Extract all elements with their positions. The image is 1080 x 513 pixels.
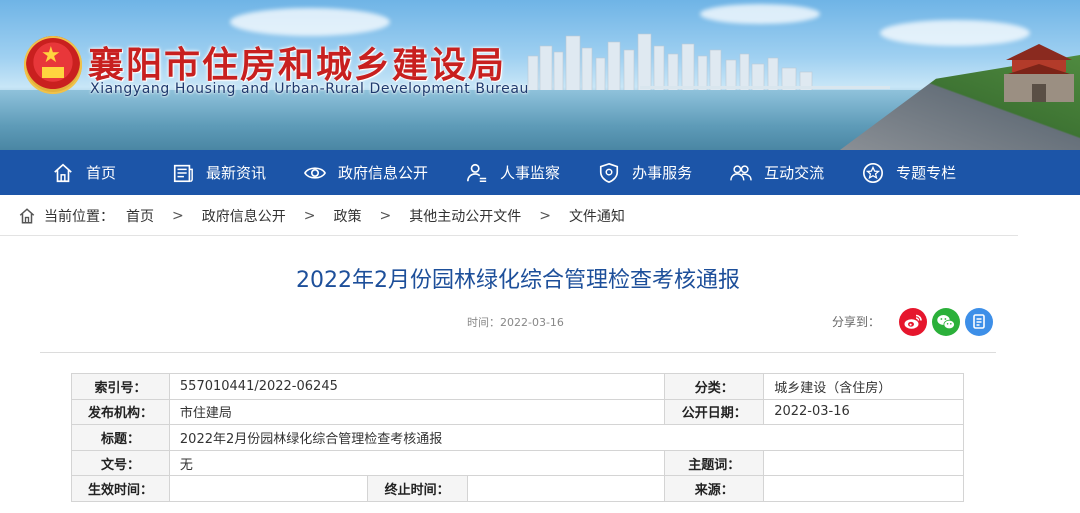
article-title: 2022年2月份园林绿化综合管理检查考核通报 [296,268,740,293]
nav-label: 人事监察 [500,164,561,182]
share-wechat-button[interactable] [932,308,960,336]
publisher-label: 发布机构： [71,398,170,426]
nav-label: 首页 [86,164,117,182]
main-nav: 首页 最新资讯 政府信息公开 人事监察 办事服务 互动交流 专题专栏 [0,150,1080,195]
table-row: 索引号： 557010441/2022-06245 分类： 城乡建设（含住房） [71,373,964,400]
nav-item-gov-info[interactable]: 政府信息公开 [304,150,428,195]
share-label: 分享到： [832,315,881,329]
nav-item-topics[interactable]: 专题专栏 [862,150,956,195]
category-label: 分类： [664,373,765,400]
docno-label: 文号： [71,449,170,477]
nav-item-personnel[interactable]: 人事监察 [466,150,560,195]
nav-label: 政府信息公开 [338,164,429,182]
breadcrumb-gov-info[interactable]: 政府信息公开 [202,206,286,226]
wechat-icon [932,308,960,336]
pubdate-label: 公开日期： [664,398,765,426]
effective-label: 生效时间： [71,475,170,502]
title-value: 2022年2月份园林绿化综合管理检查考核通报 [168,424,965,451]
publisher-value: 市住建局 [168,398,666,426]
gate-tower [1004,44,1074,102]
title-label: 标题： [71,424,170,451]
breadcrumb-separator: > [303,208,316,224]
breadcrumb-notices[interactable]: 文件通知 [569,206,625,226]
keywords-value [763,449,964,477]
breadcrumb-divider [0,235,1018,236]
end-value [466,475,666,502]
breadcrumb-label: 当前位置： [44,209,114,225]
people-icon [730,164,752,180]
source-value [763,475,964,502]
document-info-table: 索引号： 557010441/2022-06245 分类： 城乡建设（含住房） … [71,373,965,502]
table-row: 标题： 2022年2月份园林绿化综合管理检查考核通报 [71,424,965,451]
index-value: 557010441/2022-06245 [168,373,666,400]
shield-icon [599,162,619,183]
breadcrumb-separator: > [539,208,551,224]
publish-time: 时间：2022-03-16 [467,316,564,329]
source-label: 来源： [664,475,765,502]
docno-value: 无 [168,449,666,477]
nav-label: 办事服务 [632,164,693,182]
site-subtitle: Xiangyang Housing and Urban-Rural Develo… [90,81,529,97]
breadcrumb-other-files[interactable]: 其他主动公开文件 [409,206,521,226]
nav-label: 最新资讯 [206,164,267,182]
effective-value [168,475,368,502]
index-label: 索引号： [71,373,170,400]
home-icon [19,208,35,224]
nav-item-services[interactable]: 办事服务 [598,150,692,195]
share-weibo-button[interactable] [899,308,927,336]
article-divider [40,352,996,353]
share-doc-icon [965,308,993,336]
table-row: 发布机构： 市住建局 公开日期： 2022-03-16 [71,398,964,426]
breadcrumb-separator: > [379,208,392,224]
person-icon [467,163,487,182]
nav-item-interaction[interactable]: 互动交流 [730,150,824,195]
breadcrumb: 当前位置： 首页 > 政府信息公开 > 政策 > 其他主动公开文件 > 文件通知 [18,206,625,226]
breadcrumb-home[interactable]: 首页 [126,206,154,226]
news-icon [173,164,193,182]
breadcrumb-policy[interactable]: 政策 [333,206,361,226]
national-emblem-icon: ★ [24,36,82,94]
weibo-icon [899,308,927,336]
keywords-label: 主题词： [664,449,765,477]
end-label: 终止时间： [366,475,468,502]
breadcrumb-separator: > [172,208,184,224]
share-other-button[interactable] [965,308,993,336]
home-icon [54,163,72,182]
table-row: 文号： 无 主题词： [71,449,964,477]
cloud [700,4,820,24]
header-banner: ★ 襄阳市住房和城乡建设局 Xiangyang Housing and Urba… [0,0,1080,150]
star-icon [863,162,884,183]
nav-label: 互动交流 [764,164,825,182]
nav-item-news[interactable]: 最新资讯 [172,150,266,195]
table-row: 生效时间： 终止时间： 来源： [71,475,964,502]
category-value: 城乡建设（含住房） [763,373,964,400]
pubdate-value: 2022-03-16 [763,398,964,426]
nav-item-home[interactable]: 首页 [52,150,116,195]
eye-icon [304,166,327,179]
cloud [230,8,390,36]
nav-label: 专题专栏 [896,164,957,182]
